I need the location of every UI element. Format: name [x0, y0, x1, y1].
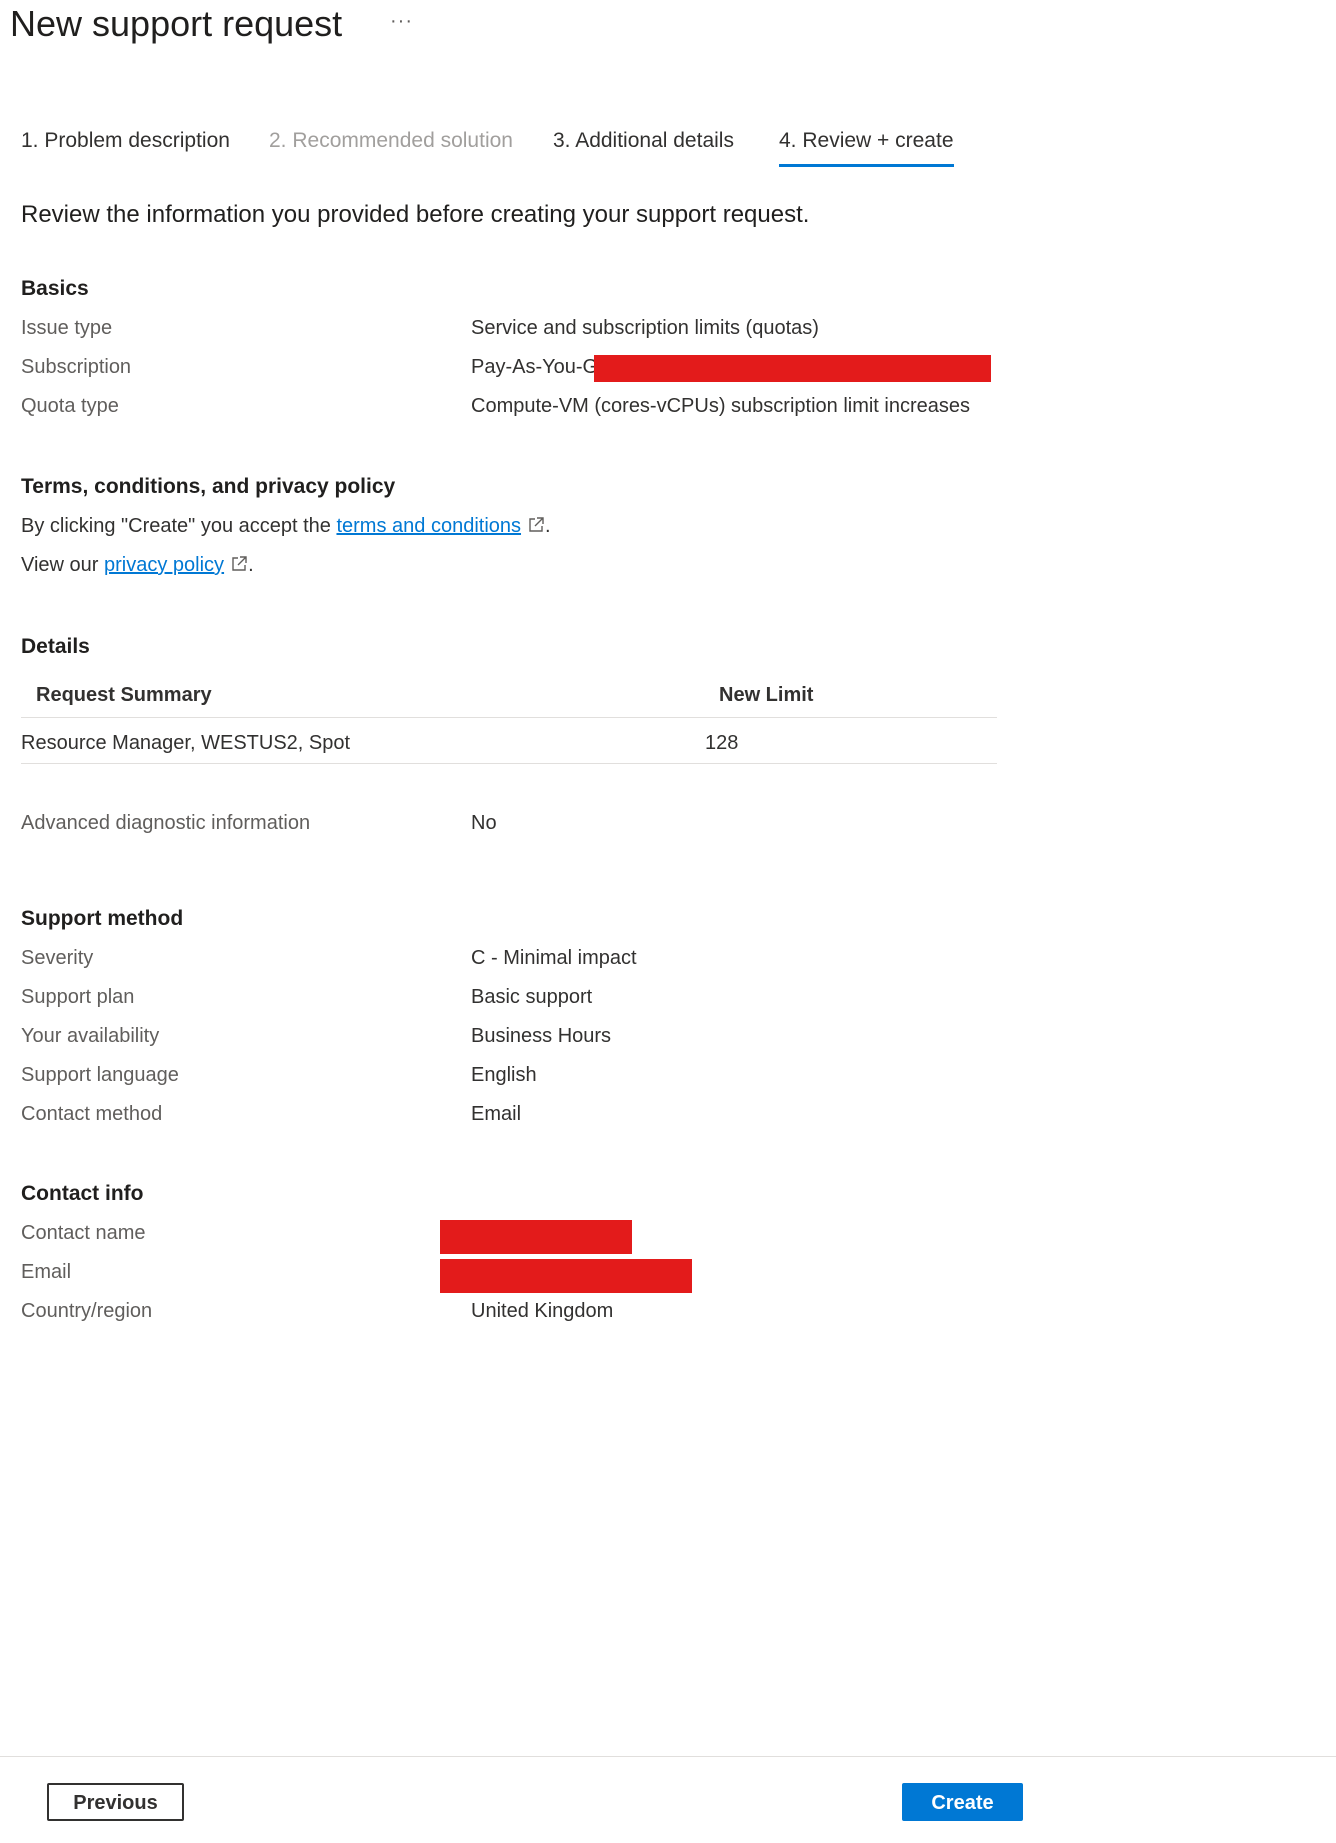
support-plan-value: Basic support [471, 986, 593, 1008]
page-title: New support request [10, 3, 343, 44]
subscription-label: Subscription [21, 356, 132, 378]
country-region-label: Country/region [21, 1300, 153, 1322]
email-label: Email [21, 1261, 72, 1283]
table-row-divider [21, 763, 997, 764]
availability-label: Your availability [21, 1025, 160, 1047]
contact-method-value: Email [471, 1103, 522, 1125]
terms-prefix: By clicking "Create" you accept the [21, 515, 337, 537]
external-link-icon [232, 556, 247, 571]
tab-review-create[interactable]: 4. Review + create [779, 124, 954, 167]
privacy-policy-link[interactable]: privacy policy [104, 554, 224, 576]
country-region-value: United Kingdom [471, 1300, 614, 1322]
table-header-divider [21, 717, 997, 718]
table-cell-new-limit: 128 [705, 732, 739, 754]
subscription-value: Pay-As-You-Go [471, 356, 610, 378]
privacy-suffix: . [248, 554, 254, 576]
create-button[interactable]: Create [902, 1783, 1023, 1821]
contact-name-label: Contact name [21, 1222, 146, 1244]
support-language-label: Support language [21, 1064, 179, 1086]
issue-type-label: Issue type [21, 317, 113, 339]
terms-heading: Terms, conditions, and privacy policy [21, 475, 396, 498]
previous-button[interactable]: Previous [47, 1783, 184, 1821]
review-intro: Review the information you provided befo… [21, 201, 810, 228]
tab-recommended-solution: 2. Recommended solution [269, 129, 513, 152]
wizard-tabs: 1. Problem description 2. Recommended so… [0, 124, 1336, 170]
advanced-diagnostic-label: Advanced diagnostic information [21, 812, 311, 834]
contact-name-redaction [440, 1220, 632, 1254]
advanced-diagnostic-value: No [471, 812, 497, 834]
support-plan-label: Support plan [21, 986, 135, 1008]
external-link-icon [529, 517, 544, 532]
subscription-redaction [594, 355, 991, 382]
column-header-request-summary: Request Summary [36, 684, 212, 706]
contact-method-label: Contact method [21, 1103, 163, 1125]
privacy-prefix: View our [21, 554, 105, 576]
footer-divider [0, 1756, 1336, 1757]
column-header-new-limit: New Limit [719, 684, 814, 706]
terms-and-conditions-link[interactable]: terms and conditions [336, 515, 521, 537]
support-language-value: English [471, 1064, 537, 1086]
quota-type-value: Compute-VM (cores-vCPUs) subscription li… [471, 395, 971, 417]
issue-type-value: Service and subscription limits (quotas) [471, 317, 819, 339]
contact-info-heading: Contact info [21, 1182, 144, 1205]
tab-problem-description[interactable]: 1. Problem description [21, 124, 230, 164]
quota-type-label: Quota type [21, 395, 119, 417]
basics-heading: Basics [21, 277, 89, 300]
details-heading: Details [21, 635, 90, 658]
email-redaction [440, 1259, 692, 1293]
availability-value: Business Hours [471, 1025, 612, 1047]
tab-additional-details[interactable]: 3. Additional details [553, 124, 734, 164]
table-cell-summary: Resource Manager, WESTUS2, Spot [21, 732, 351, 754]
support-method-heading: Support method [21, 907, 184, 930]
more-options-button[interactable]: ··· [390, 6, 413, 36]
terms-line: By clicking "Create" you accept the term… [21, 511, 551, 541]
privacy-line: View our privacy policy. [21, 550, 254, 580]
severity-label: Severity [21, 947, 94, 969]
severity-value: C - Minimal impact [471, 947, 637, 969]
terms-suffix: . [545, 515, 551, 537]
